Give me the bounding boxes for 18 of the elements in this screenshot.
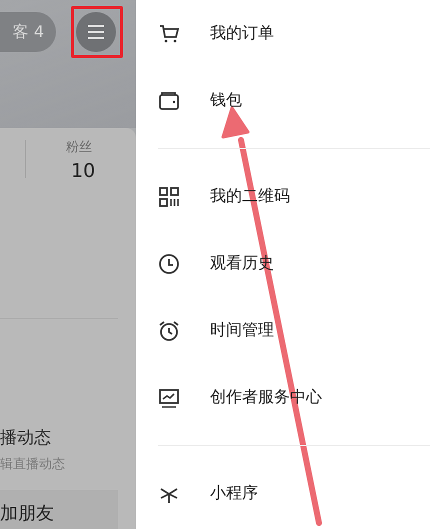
cart-icon bbox=[158, 22, 180, 44]
followers-label: 粉丝 bbox=[66, 139, 92, 156]
live-title: 播动态 bbox=[0, 427, 51, 449]
menu-item[interactable]: 时间管理 bbox=[158, 297, 430, 364]
qr-code-icon bbox=[158, 186, 180, 208]
alarm-clock-icon bbox=[158, 320, 180, 342]
clock-icon bbox=[158, 252, 180, 274]
wallet-icon bbox=[158, 90, 180, 112]
menu-item[interactable]: 我的订单 bbox=[158, 0, 430, 67]
menu-button[interactable] bbox=[76, 12, 116, 52]
menu-item[interactable]: 小程序 bbox=[158, 460, 430, 527]
live-subtitle: 辑直播动态 bbox=[0, 456, 65, 473]
menu-item[interactable]: 钱包 bbox=[158, 67, 430, 134]
add-friend-label: 加朋友 bbox=[0, 502, 54, 524]
menu-icon bbox=[87, 25, 105, 39]
chart-monitor-icon bbox=[158, 386, 180, 408]
followers-count: 10 bbox=[71, 160, 96, 182]
add-friend-row[interactable]: 加朋友 bbox=[0, 490, 118, 529]
